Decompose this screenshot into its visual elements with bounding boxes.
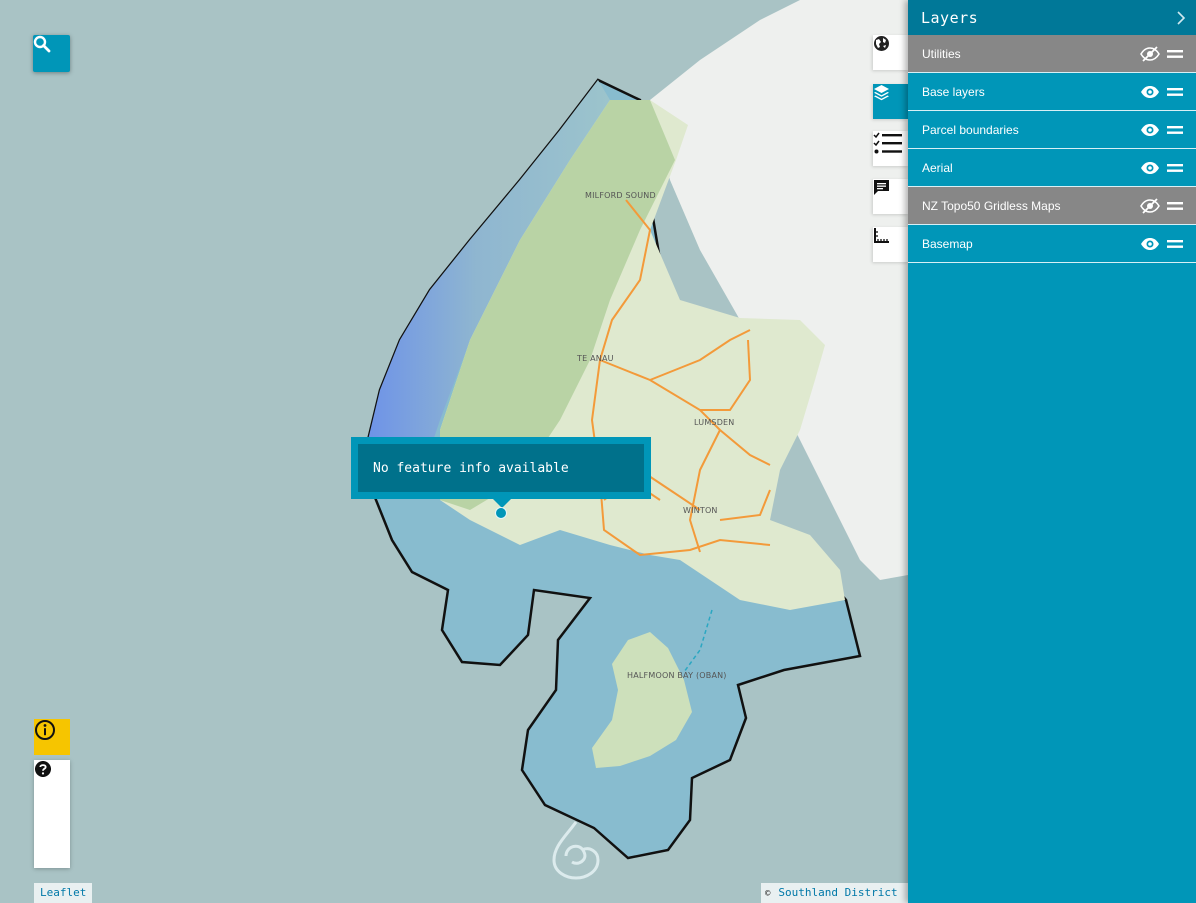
layer-label: Basemap <box>922 236 973 251</box>
attribution: © Southland District <box>761 883 908 903</box>
search-icon <box>33 35 51 53</box>
place-label: WINTON <box>683 506 718 515</box>
drag-handle-icon[interactable] <box>1164 83 1186 101</box>
eye-icon[interactable] <box>1139 159 1161 177</box>
info-button[interactable] <box>34 719 70 755</box>
layer-row-basemap[interactable]: Basemap <box>908 225 1196 263</box>
layer-row-parcel-boundaries[interactable]: Parcel boundaries <box>908 111 1196 149</box>
place-label: LUMSDEN <box>694 418 735 427</box>
basemap-tool-button[interactable] <box>873 35 908 70</box>
map-view[interactable]: MILFORD SOUND TE ANAU LUMSDEN WINTON HAL… <box>0 0 908 903</box>
drag-handle-icon[interactable] <box>1164 45 1186 63</box>
drag-handle-icon[interactable] <box>1164 197 1186 215</box>
chevron-right-icon[interactable] <box>1176 10 1186 25</box>
measure-icon <box>874 228 889 243</box>
measure-tool-button[interactable] <box>873 227 908 262</box>
layer-label: Parcel boundaries <box>922 122 1019 137</box>
comment-icon <box>874 180 889 195</box>
layer-row-base-layers[interactable]: Base layers <box>908 73 1196 111</box>
layer-label: Base layers <box>922 84 985 99</box>
layer-label: Utilities <box>922 46 961 61</box>
layer-label: Aerial <box>922 160 953 175</box>
layer-list: Utilities Base layers Parcel boundaries <box>908 35 1196 263</box>
attribution-link[interactable]: Southland District <box>778 886 897 899</box>
layers-panel-header: Layers <box>908 0 1196 35</box>
help-icon <box>35 761 51 777</box>
layers-panel: Layers Utilities Base layers Parcel boun… <box>908 0 1196 903</box>
globe-icon <box>874 36 889 51</box>
search-button[interactable] <box>33 35 70 72</box>
leaflet-attribution-link[interactable]: Leaflet <box>34 883 93 903</box>
layer-row-nz-topo50[interactable]: NZ Topo50 Gridless Maps <box>908 187 1196 225</box>
drag-handle-icon[interactable] <box>1164 159 1186 177</box>
layer-label: NZ Topo50 Gridless Maps <box>922 198 1061 213</box>
panel-title: Layers <box>921 8 979 27</box>
layer-row-aerial[interactable]: Aerial <box>908 149 1196 187</box>
eye-icon[interactable] <box>1139 121 1161 139</box>
legend-tool-button[interactable] <box>873 131 908 166</box>
layer-row-utilities[interactable]: Utilities <box>908 35 1196 73</box>
location-marker[interactable] <box>495 507 507 519</box>
drag-handle-icon[interactable] <box>1164 235 1186 253</box>
feature-info-popup: No feature info available <box>351 437 651 499</box>
place-label: TE ANAU <box>576 354 614 363</box>
copyright-icon: © <box>765 889 771 899</box>
zoom-out-button[interactable] <box>34 768 70 832</box>
info-icon <box>35 720 55 740</box>
zoom-controls <box>34 760 70 868</box>
eye-icon[interactable] <box>1139 83 1161 101</box>
eye-icon[interactable] <box>1139 235 1161 253</box>
legend-list-icon <box>873 132 902 154</box>
help-button[interactable] <box>34 761 70 868</box>
eye-off-icon[interactable] <box>1139 45 1161 63</box>
place-label: HALFMOON BAY (OBAN) <box>627 671 727 680</box>
layers-tool-button[interactable] <box>873 84 908 119</box>
popup-message: No feature info available <box>358 444 644 492</box>
drag-handle-icon[interactable] <box>1164 121 1186 139</box>
comment-tool-button[interactable] <box>873 179 908 214</box>
place-label: MILFORD SOUND <box>585 191 656 200</box>
layers-icon <box>874 85 889 101</box>
eye-off-icon[interactable] <box>1139 197 1161 215</box>
